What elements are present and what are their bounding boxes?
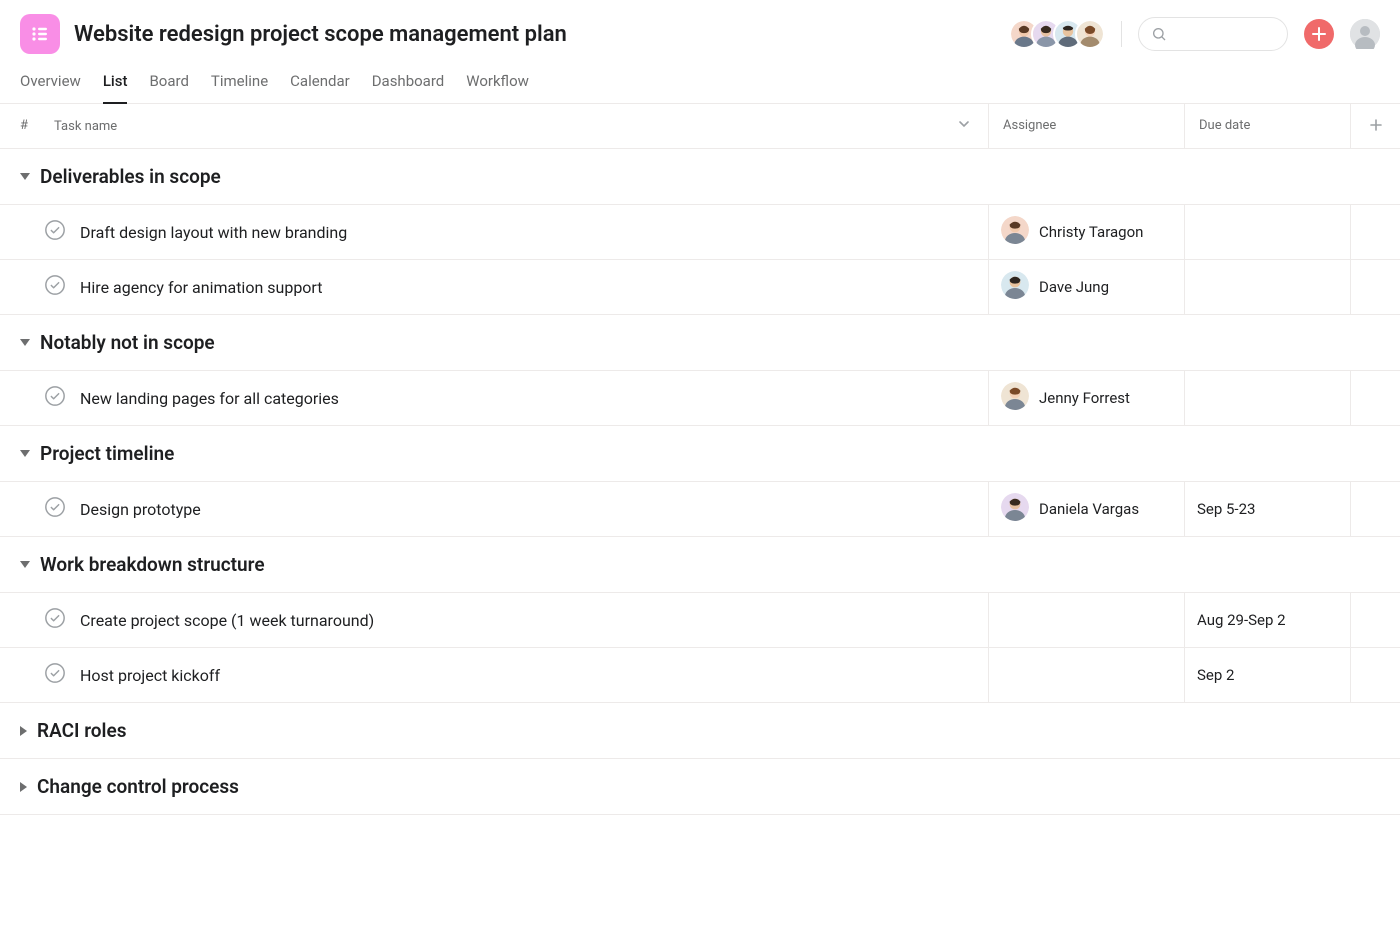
task-assignee[interactable] — [988, 593, 1184, 647]
complete-checkbox[interactable] — [44, 274, 66, 300]
column-task-name[interactable]: Task name — [44, 104, 988, 148]
tab-timeline[interactable]: Timeline — [211, 72, 268, 103]
avatar — [1075, 19, 1105, 49]
add-button[interactable] — [1304, 19, 1334, 49]
task-due-date[interactable]: Sep 2 — [1184, 648, 1350, 702]
task-name[interactable]: Host project kickoff — [80, 666, 220, 685]
tab-workflow[interactable]: Workflow — [466, 72, 529, 103]
tab-dashboard[interactable]: Dashboard — [372, 72, 445, 103]
assignee-name: Daniela Vargas — [1039, 500, 1139, 518]
complete-checkbox[interactable] — [44, 662, 66, 688]
column-header: # Task name Assignee Due date — [0, 104, 1400, 149]
assignee-name: Dave Jung — [1039, 278, 1109, 296]
assignee-name: Christy Taragon — [1039, 223, 1143, 241]
tab-board[interactable]: Board — [149, 72, 188, 103]
project-title[interactable]: Website redesign project scope managemen… — [74, 22, 567, 47]
task-name[interactable]: Hire agency for animation support — [80, 278, 322, 297]
task-extra — [1350, 482, 1400, 536]
tab-overview[interactable]: Overview — [20, 72, 81, 103]
section-header[interactable]: Change control process — [0, 759, 1400, 815]
section-title: RACI roles — [37, 719, 126, 742]
task-due-date[interactable]: Aug 29-Sep 2 — [1184, 593, 1350, 647]
task-extra — [1350, 371, 1400, 425]
task-due-date[interactable] — [1184, 205, 1350, 259]
tab-list[interactable]: List — [103, 72, 128, 104]
add-column-button[interactable] — [1350, 104, 1400, 148]
search-input[interactable] — [1138, 17, 1288, 51]
task-row[interactable]: Design prototype Daniela Vargas Sep 5-23 — [0, 482, 1400, 537]
user-avatar[interactable] — [1350, 19, 1380, 49]
complete-checkbox[interactable] — [44, 496, 66, 522]
section-title: Change control process — [37, 775, 239, 798]
assignee-avatar — [1001, 382, 1029, 414]
project-icon[interactable] — [20, 14, 60, 54]
column-num: # — [0, 104, 44, 148]
task-extra — [1350, 648, 1400, 702]
task-extra — [1350, 260, 1400, 314]
task-row[interactable]: Hire agency for animation support Dave J… — [0, 260, 1400, 315]
caret-right-icon[interactable] — [20, 726, 27, 736]
task-due-date[interactable] — [1184, 371, 1350, 425]
tab-calendar[interactable]: Calendar — [290, 72, 350, 103]
column-assignee[interactable]: Assignee — [988, 104, 1184, 148]
section-title: Work breakdown structure — [40, 553, 265, 576]
task-assignee[interactable]: Daniela Vargas — [988, 482, 1184, 536]
assignee-avatar — [1001, 493, 1029, 525]
view-tabs: Overview List Board Timeline Calendar Dashboa… — [0, 54, 1400, 104]
task-name[interactable]: Draft design layout with new branding — [80, 223, 347, 242]
task-assignee[interactable]: Christy Taragon — [988, 205, 1184, 259]
assignee-avatar — [1001, 216, 1029, 248]
section-header[interactable]: Deliverables in scope — [0, 149, 1400, 205]
caret-down-icon[interactable] — [20, 450, 30, 457]
task-assignee[interactable]: Jenny Forrest — [988, 371, 1184, 425]
assignee-name: Jenny Forrest — [1039, 389, 1130, 407]
task-row[interactable]: Host project kickoff Sep 2 — [0, 648, 1400, 703]
complete-checkbox[interactable] — [44, 607, 66, 633]
assignee-avatar — [1001, 271, 1029, 303]
member-avatars[interactable] — [1017, 19, 1105, 49]
task-row[interactable]: New landing pages for all categories Jen… — [0, 371, 1400, 426]
section-title: Project timeline — [40, 442, 174, 465]
caret-down-icon[interactable] — [20, 561, 30, 568]
section-title: Deliverables in scope — [40, 165, 221, 188]
section-title: Notably not in scope — [40, 331, 215, 354]
task-assignee[interactable] — [988, 648, 1184, 702]
task-extra — [1350, 205, 1400, 259]
column-due-date[interactable]: Due date — [1184, 104, 1350, 148]
task-row[interactable]: Draft design layout with new branding Ch… — [0, 205, 1400, 260]
divider — [1121, 21, 1122, 47]
caret-down-icon[interactable] — [20, 339, 30, 346]
section-header[interactable]: RACI roles — [0, 703, 1400, 759]
caret-down-icon[interactable] — [20, 173, 30, 180]
task-name[interactable]: Create project scope (1 week turnaround) — [80, 611, 374, 630]
task-extra — [1350, 593, 1400, 647]
section-header[interactable]: Project timeline — [0, 426, 1400, 482]
section-header[interactable]: Work breakdown structure — [0, 537, 1400, 593]
task-name[interactable]: Design prototype — [80, 500, 201, 519]
task-row[interactable]: Create project scope (1 week turnaround)… — [0, 593, 1400, 648]
task-due-date[interactable]: Sep 5-23 — [1184, 482, 1350, 536]
task-assignee[interactable]: Dave Jung — [988, 260, 1184, 314]
section-header[interactable]: Notably not in scope — [0, 315, 1400, 371]
task-due-date[interactable] — [1184, 260, 1350, 314]
chevron-down-icon[interactable] — [958, 118, 970, 134]
caret-right-icon[interactable] — [20, 782, 27, 792]
task-name[interactable]: New landing pages for all categories — [80, 389, 339, 408]
complete-checkbox[interactable] — [44, 219, 66, 245]
complete-checkbox[interactable] — [44, 385, 66, 411]
